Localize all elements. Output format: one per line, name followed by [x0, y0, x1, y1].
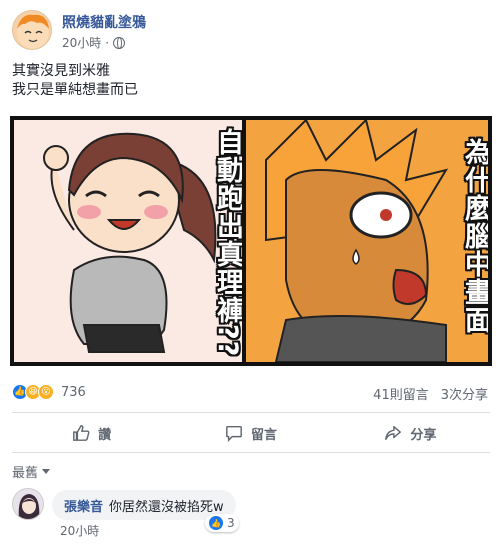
wow-reaction-icon: 😮: [38, 384, 54, 400]
comment-text: 你居然還沒被掐死w: [109, 499, 224, 515]
like-label: 讚: [98, 427, 112, 443]
divider: [12, 412, 490, 413]
comment-count[interactable]: 41則留言: [373, 384, 429, 403]
thumbs-up-icon: [73, 425, 90, 441]
post-time[interactable]: 20小時: [62, 34, 101, 51]
boy-illustration: [265, 120, 449, 362]
divider: [12, 452, 490, 453]
share-count[interactable]: 3次分享: [441, 384, 488, 403]
like-button[interactable]: 讚: [12, 418, 171, 448]
post-text-line: 其實沒見到米雅: [12, 63, 110, 79]
comic-image[interactable]: 自動跑出真理褲?? 為什麼腦中畫面: [10, 116, 492, 366]
comment-sort-label: 最舊: [12, 466, 39, 481]
comment-author[interactable]: 張樂音: [64, 496, 103, 515]
post-text-line: 我只是單純想畫而已: [12, 82, 138, 98]
comment-sort-dropdown[interactable]: 最舊: [12, 462, 51, 481]
globe-icon[interactable]: [113, 36, 126, 49]
post-stats: 41則留言 3次分享: [373, 384, 488, 403]
post-author[interactable]: 照燒貓亂塗鴉: [62, 12, 146, 32]
comic-panel-right: 為什麼腦中畫面: [246, 120, 488, 362]
reaction-icons[interactable]: 👍 😆 😮: [12, 384, 54, 400]
facebook-post: 照燒貓亂塗鴉 20小時 · 其實沒見到米雅 我只是單純想畫而已 自動跑出真理褲?…: [0, 0, 502, 549]
reaction-count[interactable]: 736: [61, 385, 86, 400]
like-reaction-icon: 👍: [209, 516, 223, 530]
comment-time[interactable]: 20小時: [60, 522, 99, 539]
comment-button[interactable]: 留言: [171, 418, 330, 448]
post-header: 照燒貓亂塗鴉 20小時 ·: [12, 10, 492, 54]
comment-label: 留言: [250, 427, 277, 443]
reactions-summary: 👍 😆 😮 736 41則留言 3次分享: [12, 380, 492, 404]
post-meta: 20小時 ·: [62, 34, 126, 51]
share-icon: [385, 425, 402, 441]
comment-reaction-badge[interactable]: 👍 3: [205, 514, 239, 532]
post-actions: 讚 留言 分享: [12, 418, 490, 448]
post-text: 其實沒見到米雅 我只是單純想畫而已: [12, 62, 138, 100]
caret-down-icon: [42, 469, 51, 474]
comic-panel-left: 自動跑出真理褲??: [14, 120, 246, 362]
separator-dot: ·: [105, 35, 110, 50]
page-avatar[interactable]: [12, 10, 52, 50]
comment-like-count: 3: [227, 516, 235, 530]
commenter-avatar[interactable]: [12, 488, 44, 520]
share-button[interactable]: 分享: [331, 418, 490, 448]
comic-caption-right: 為什麼腦中畫面: [460, 138, 491, 334]
comment-icon: [226, 425, 242, 442]
share-label: 分享: [410, 427, 437, 443]
